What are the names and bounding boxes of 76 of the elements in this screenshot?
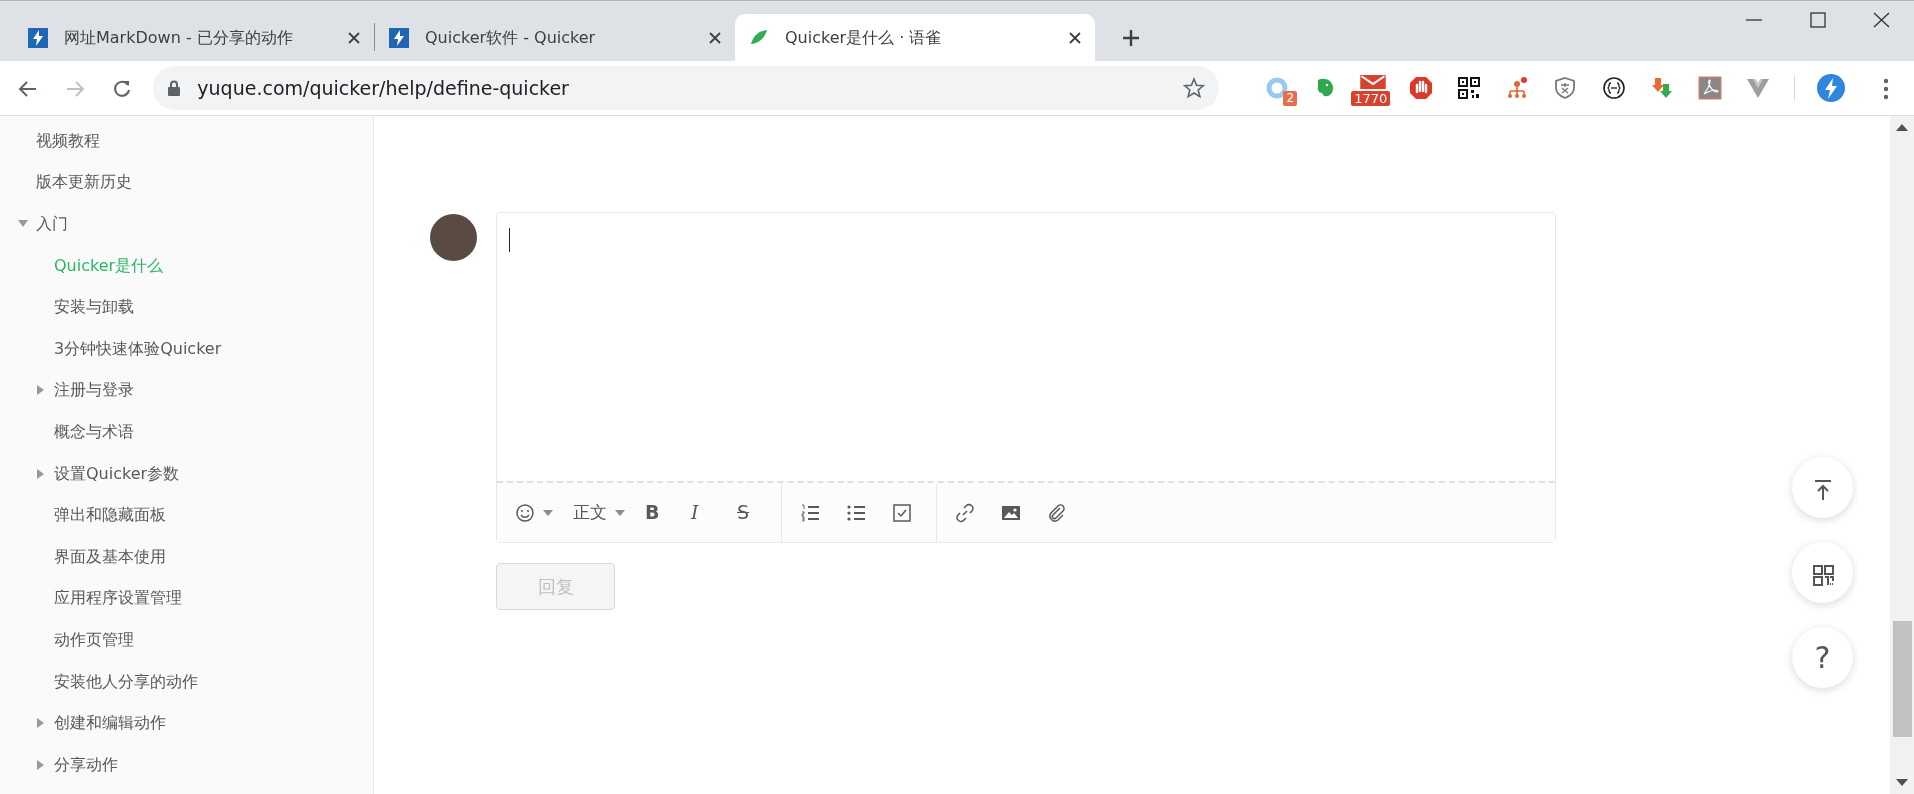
maximize-icon bbox=[1808, 11, 1828, 28]
scroll-up-icon[interactable] bbox=[1896, 124, 1908, 131]
caret-down-icon[interactable] bbox=[18, 219, 28, 229]
caret-right-icon[interactable] bbox=[36, 718, 46, 729]
sidebar-item[interactable]: 安装与卸载 bbox=[54, 295, 134, 320]
lightning-icon bbox=[28, 27, 48, 48]
extension-button[interactable]: 1770 bbox=[1353, 68, 1394, 108]
network-tree-icon bbox=[1505, 76, 1530, 101]
sidebar-item[interactable]: 3分钟快速体验Quicker bbox=[54, 336, 222, 361]
sidebar-item[interactable]: 安装他人分享的动作 bbox=[54, 669, 198, 694]
caret-right-icon[interactable] bbox=[36, 385, 46, 396]
sidebar-item[interactable]: 弹出和隐藏面板 bbox=[54, 503, 166, 528]
sidebar-item[interactable]: 分享动作 bbox=[54, 752, 118, 777]
browser-tab[interactable]: Quicker软件 - Quicker bbox=[375, 14, 735, 61]
qr-code-button[interactable] bbox=[1792, 542, 1853, 603]
sidebar-item[interactable]: 应用程序设置管理 bbox=[54, 586, 182, 611]
ring-icon bbox=[1265, 76, 1289, 101]
extension-badge: 1770 bbox=[1351, 91, 1391, 106]
help-button[interactable]: ? bbox=[1792, 627, 1853, 688]
scroll-down-icon[interactable] bbox=[1896, 779, 1908, 786]
minimize-icon bbox=[1744, 18, 1764, 21]
sidebar-item[interactable]: 版本更新历史 bbox=[36, 170, 132, 195]
forward-arrow-icon bbox=[64, 78, 85, 99]
sidebar-item[interactable]: 概念与术语 bbox=[54, 419, 134, 444]
sidebar-item[interactable]: 入门 bbox=[36, 212, 68, 236]
qr-code-icon bbox=[1457, 76, 1482, 101]
tab-title: Quicker是什么 · 语雀 bbox=[785, 26, 943, 49]
italic-button[interactable]: I bbox=[681, 492, 727, 533]
sidebar-item[interactable]: 设置Quicker参数 bbox=[54, 461, 180, 486]
paragraph-style-dropdown[interactable]: 正文 bbox=[563, 492, 635, 533]
sidebar-item[interactable]: 创建和编辑动作 bbox=[54, 711, 166, 736]
envelope-icon bbox=[1360, 75, 1387, 89]
caret-right-icon[interactable] bbox=[36, 468, 46, 479]
reload-icon bbox=[111, 78, 132, 99]
stop-hand-icon bbox=[1409, 76, 1434, 101]
plus-icon bbox=[1121, 27, 1141, 48]
lightning-icon bbox=[1816, 74, 1845, 102]
tab-title: Quicker软件 - Quicker bbox=[425, 26, 597, 49]
more-icon bbox=[1883, 77, 1890, 100]
bold-button[interactable]: B bbox=[635, 492, 681, 533]
scrollbar-thumb[interactable] bbox=[1893, 621, 1912, 737]
tab-title: 网址MarkDown - 已分享的动作 bbox=[64, 26, 294, 49]
strikethrough-button[interactable]: S bbox=[727, 492, 773, 533]
caret-down-icon bbox=[615, 509, 625, 516]
sidebar-item[interactable]: 视频教程 bbox=[36, 128, 100, 153]
caret-right-icon[interactable] bbox=[36, 759, 46, 770]
browser-tab[interactable]: Quicker是什么 · 语雀 bbox=[735, 14, 1095, 61]
close-icon bbox=[709, 32, 721, 44]
extension-badge: 2 bbox=[1283, 91, 1298, 106]
qr-code-icon bbox=[1811, 563, 1834, 586]
avatar-circle bbox=[430, 214, 477, 261]
smiley-icon bbox=[515, 502, 535, 523]
braces-icon bbox=[1601, 76, 1626, 101]
star-icon bbox=[1183, 77, 1206, 99]
lock-icon bbox=[167, 80, 182, 96]
numbered-list-icon bbox=[800, 502, 820, 523]
back-arrow-icon bbox=[17, 78, 38, 99]
link-icon bbox=[955, 502, 975, 523]
url-text: yuque.com/quicker/help/define-quicker bbox=[197, 75, 570, 101]
close-icon bbox=[348, 32, 360, 44]
text-cursor bbox=[509, 228, 510, 252]
paperclip-icon bbox=[1047, 502, 1067, 523]
caret-down-icon bbox=[543, 509, 553, 516]
pdf-icon bbox=[1697, 76, 1722, 101]
checkbox-icon bbox=[892, 502, 912, 523]
address-field[interactable]: yuque.com/quicker/help/define-quicker bbox=[153, 66, 1220, 110]
lightning-icon bbox=[389, 27, 409, 48]
back-to-top-button[interactable] bbox=[1792, 457, 1853, 518]
scrollbar-track[interactable] bbox=[1890, 116, 1914, 794]
browser-tab[interactable]: 网址MarkDown - 已分享的动作 bbox=[14, 14, 374, 61]
sidebar-item[interactable]: 注册与登录 bbox=[54, 378, 134, 403]
close-icon bbox=[1872, 11, 1892, 28]
close-icon bbox=[1069, 32, 1081, 44]
shield-icon bbox=[1553, 76, 1578, 101]
sidebar-item[interactable]: 动作页管理 bbox=[54, 627, 134, 652]
sidebar-item[interactable]: 界面及基本使用 bbox=[54, 544, 166, 569]
